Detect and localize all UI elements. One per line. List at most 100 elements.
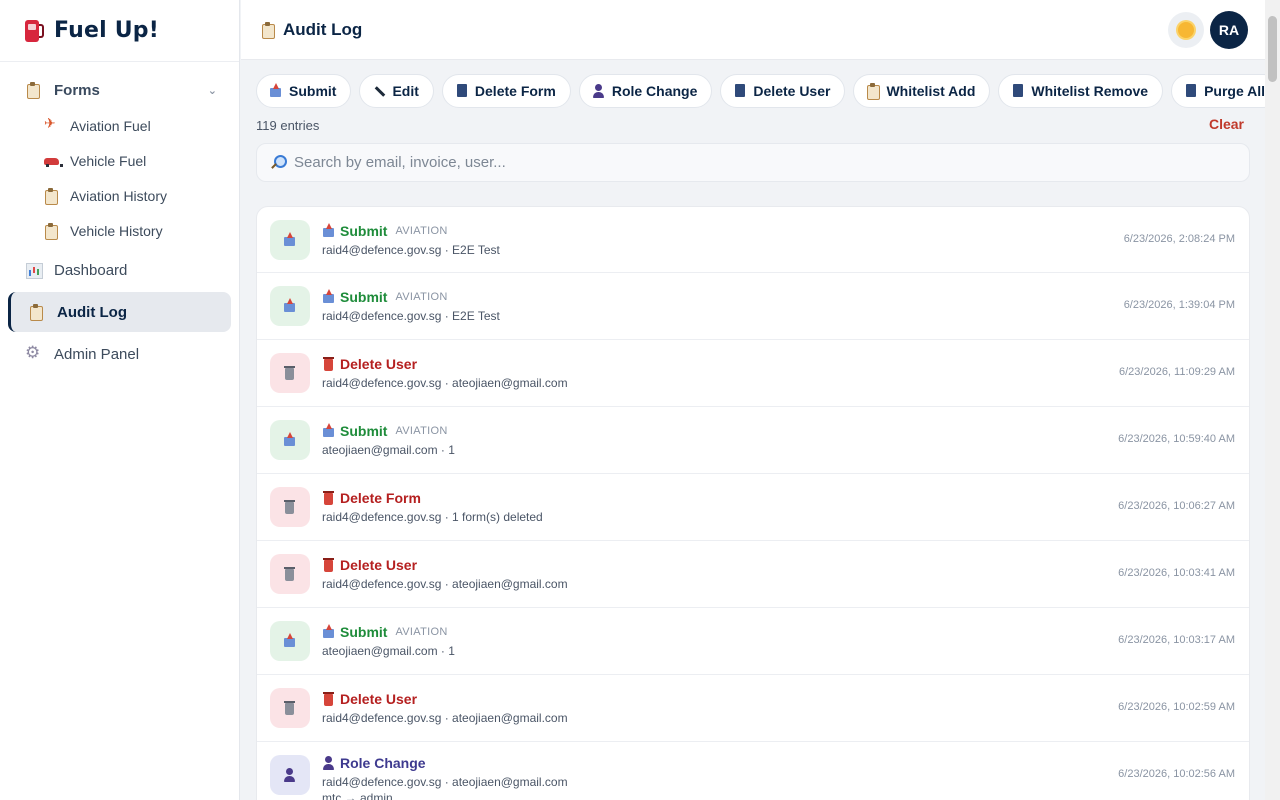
- action-badge: [270, 487, 310, 527]
- sidebar-item-aviation-history[interactable]: Aviation History: [0, 178, 239, 213]
- clipboard-icon: [44, 222, 58, 240]
- trash-icon: [283, 566, 297, 582]
- list-item[interactable]: Delete User raid4@defence.gov.sg · ateoj…: [257, 675, 1249, 742]
- search-input[interactable]: [294, 154, 1194, 171]
- filter-submit[interactable]: Submit: [256, 74, 352, 108]
- form-type-tag: AVIATION: [395, 425, 448, 437]
- filter-delete-user[interactable]: Delete User: [720, 74, 846, 108]
- top-header: Audit Log RA: [241, 0, 1280, 60]
- chevron-down-icon: ⌄: [207, 84, 217, 97]
- sidebar-item-dashboard[interactable]: Dashboard: [0, 250, 239, 290]
- list-item[interactable]: Submit AVIATION raid4@defence.gov.sg · E2…: [257, 273, 1249, 340]
- action-badge: [270, 755, 310, 795]
- sidebar-item-vehicle-history[interactable]: Vehicle History: [0, 213, 239, 248]
- filter-label: Purge All: [1204, 83, 1266, 99]
- clear-button[interactable]: Clear: [1209, 116, 1244, 132]
- list-item[interactable]: Delete User raid4@defence.gov.sg · ateoj…: [257, 340, 1249, 407]
- action-label: Submit: [340, 222, 388, 239]
- outbox-icon: [283, 298, 297, 314]
- sidebar-item-label: Aviation Fuel: [70, 117, 151, 134]
- timestamp: 6/23/2026, 10:03:17 AM: [1118, 634, 1235, 646]
- trash-icon: [283, 499, 297, 515]
- form-type-tag: AVIATION: [395, 291, 448, 303]
- sidebar: Fuel Up! Forms ⌄ Aviation Fuel Vehicle F…: [0, 0, 240, 800]
- sidebar-item-audit-log[interactable]: Audit Log: [8, 292, 231, 332]
- car-icon: [44, 153, 63, 169]
- clipboard-icon: [261, 21, 275, 39]
- timestamp: 6/23/2026, 10:03:41 AM: [1118, 567, 1235, 579]
- timestamp: 6/23/2026, 10:06:27 AM: [1118, 500, 1235, 512]
- action-badge: [270, 554, 310, 594]
- entry-detail: ateojiaen@gmail.com · 1: [322, 644, 455, 658]
- outbox-icon: [269, 83, 281, 99]
- outbox-icon: [322, 222, 334, 239]
- timestamp: 6/23/2026, 11:09:29 AM: [1119, 366, 1235, 378]
- theme-toggle-button[interactable]: [1168, 12, 1204, 48]
- list-item[interactable]: Role Change raid4@defence.gov.sg · ateoj…: [257, 742, 1249, 800]
- list-item[interactable]: Submit AVIATION ateojiaen@gmail.com · 1 6…: [257, 407, 1249, 474]
- bar-chart-icon: [26, 262, 43, 279]
- trash-icon: [1184, 83, 1197, 99]
- clipboard-icon: [866, 83, 881, 100]
- user-icon: [322, 755, 334, 771]
- trash-icon: [322, 490, 334, 506]
- sidebar-item-aviation-fuel[interactable]: Aviation Fuel: [0, 108, 239, 143]
- timestamp: 6/23/2026, 10:02:59 AM: [1118, 701, 1235, 713]
- clipboard-icon: [26, 82, 40, 99]
- app-name: Fuel Up!: [54, 18, 159, 43]
- search-icon: [271, 155, 287, 170]
- sidebar-group-label: Forms: [54, 81, 100, 99]
- clipboard-icon: [44, 187, 58, 205]
- list-item[interactable]: Delete User raid4@defence.gov.sg · ateoj…: [257, 541, 1249, 608]
- timestamp: 6/23/2026, 10:59:40 AM: [1118, 433, 1235, 445]
- entries-count: 119 entries: [256, 118, 320, 133]
- trash-icon: [283, 700, 297, 716]
- action-label: Submit: [340, 289, 388, 305]
- filter-whitelist-remove[interactable]: Whitelist Remove: [998, 74, 1164, 108]
- list-item[interactable]: Delete Form raid4@defence.gov.sg · 1 for…: [257, 474, 1249, 541]
- entry-detail: raid4@defence.gov.sg · 1 form(s) deleted: [322, 510, 543, 524]
- gear-icon: [25, 343, 40, 363]
- filter-edit[interactable]: Edit: [359, 74, 434, 108]
- filter-label: Role Change: [611, 83, 698, 99]
- entry-detail: raid4@defence.gov.sg · E2E Test: [322, 242, 500, 257]
- filter-label: Delete User: [753, 83, 831, 99]
- timestamp: 6/23/2026, 10:02:56 AM: [1118, 768, 1235, 780]
- sidebar-group-forms[interactable]: Forms ⌄: [0, 72, 239, 108]
- trash-icon: [322, 557, 334, 573]
- filter-label: Whitelist Add: [886, 83, 976, 99]
- filter-whitelist-add[interactable]: Whitelist Add: [853, 74, 991, 108]
- filter-label: Edit: [392, 83, 419, 99]
- filter-delete-form[interactable]: Delete Form: [441, 74, 571, 108]
- list-item[interactable]: Submit AVIATION raid4@defence.gov.sg · E2…: [257, 207, 1249, 273]
- sidebar-item-vehicle-fuel[interactable]: Vehicle Fuel: [0, 143, 239, 178]
- form-type-tag: AVIATION: [395, 224, 448, 237]
- entry-detail: raid4@defence.gov.sg · ateojiaen@gmail.c…: [322, 711, 568, 725]
- outbox-icon: [322, 423, 334, 439]
- form-type-tag: AVIATION: [395, 626, 448, 638]
- sidebar-item-label: Audit Log: [57, 303, 127, 321]
- action-label: Submit: [340, 624, 388, 640]
- trash-icon: [455, 83, 467, 99]
- page-scrollbar[interactable]: [1265, 0, 1280, 800]
- outbox-icon: [283, 231, 297, 248]
- sidebar-item-label: Dashboard: [54, 261, 128, 279]
- list-item[interactable]: Submit AVIATION ateojiaen@gmail.com · 1 6…: [257, 608, 1249, 675]
- clipboard-icon: [29, 304, 43, 321]
- sidebar-item-label: Admin Panel: [54, 345, 140, 363]
- helicopter-icon: [44, 116, 58, 134]
- scrollbar-thumb[interactable]: [1268, 16, 1277, 82]
- fuel-pump-icon: [24, 19, 44, 43]
- sidebar-item-admin-panel[interactable]: Admin Panel: [0, 334, 239, 374]
- filter-purge-all[interactable]: Purge All: [1171, 74, 1280, 108]
- outbox-icon: [322, 624, 334, 640]
- avatar[interactable]: RA: [1210, 11, 1248, 49]
- brand[interactable]: Fuel Up!: [0, 0, 239, 62]
- filter-role-change[interactable]: Role Change: [578, 74, 713, 108]
- entry-detail: ateojiaen@gmail.com · 1: [322, 443, 455, 457]
- entry-detail: raid4@defence.gov.sg · E2E Test: [322, 309, 500, 323]
- outbox-icon: [283, 432, 297, 448]
- action-label: Role Change: [340, 755, 426, 771]
- action-label: Submit: [340, 423, 388, 439]
- outbox-icon: [283, 633, 297, 649]
